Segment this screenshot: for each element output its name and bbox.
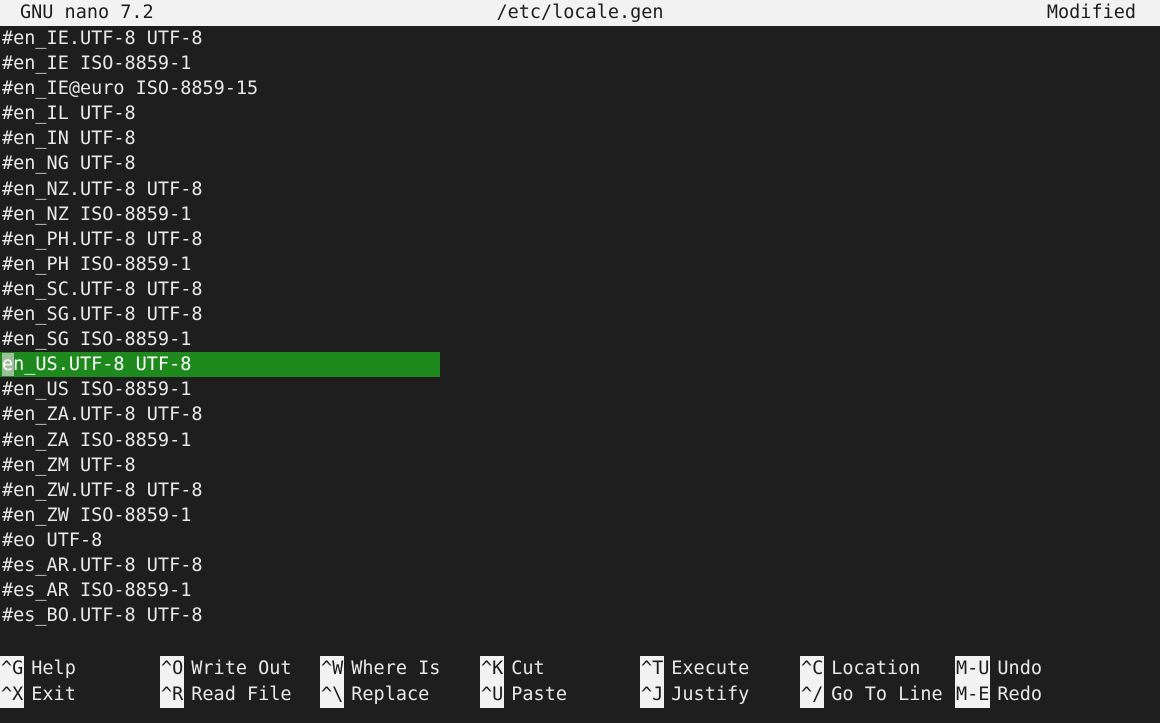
shortcut-column: ^C Location ^/ Go To Line <box>800 656 943 712</box>
shortcut-item-cut[interactable]: ^K Cut <box>480 656 567 682</box>
shortcut-key: ^J <box>640 682 665 708</box>
editor-line[interactable]: #en_ZW ISO-8859-1 <box>0 503 1160 528</box>
shortcut-bar: ^G Help ^X Exit ^O Write Out ^R Read File ^W Wher… <box>0 656 1160 723</box>
title-bar: GNU nano 7.2 /etc/locale.gen Modified <box>0 0 1160 26</box>
shortcut-item-redo[interactable]: M-E Redo <box>955 682 1042 708</box>
shortcut-key: ^\ <box>320 682 345 708</box>
editor-line[interactable]: #en_SG.UTF-8 UTF-8 <box>0 302 1160 327</box>
shortcut-label: Execute <box>671 658 750 679</box>
shortcut-item-read-file[interactable]: ^R Read File <box>160 682 292 708</box>
shortcut-key: ^R <box>160 682 185 708</box>
shortcut-key: ^/ <box>800 682 825 708</box>
shortcut-label: Exit <box>31 684 76 705</box>
shortcut-label: Paste <box>511 684 567 705</box>
shortcut-item-execute[interactable]: ^T Execute <box>640 656 749 682</box>
shortcut-key: ^W <box>320 656 345 682</box>
shortcut-label: Location <box>831 658 921 679</box>
shortcut-item-help[interactable]: ^G Help <box>0 656 76 682</box>
shortcut-label: Replace <box>351 684 430 705</box>
editor-line[interactable]: #es_AR.UTF-8 UTF-8 <box>0 553 1160 578</box>
shortcut-column: ^T Execute ^J Justify <box>640 656 749 712</box>
modified-status-badge: Modified <box>1046 2 1136 23</box>
shortcut-key: ^K <box>480 656 505 682</box>
shortcut-label: Where Is <box>351 658 441 679</box>
shortcut-key: ^O <box>160 656 185 682</box>
editor-line[interactable]: #en_IE ISO-8859-1 <box>0 51 1160 76</box>
shortcut-column: ^G Help ^X Exit <box>0 656 76 712</box>
shortcut-key: ^X <box>0 682 25 708</box>
editor-line[interactable]: #en_IN UTF-8 <box>0 126 1160 151</box>
shortcut-item-write-out[interactable]: ^O Write Out <box>160 656 292 682</box>
editor-line[interactable]: #en_PH.UTF-8 UTF-8 <box>0 227 1160 252</box>
shortcut-item-replace[interactable]: ^\ Replace <box>320 682 440 708</box>
editor-line[interactable]: #en_IE.UTF-8 UTF-8 <box>0 26 1160 51</box>
shortcut-item-where-is[interactable]: ^W Where Is <box>320 656 440 682</box>
shortcut-item-exit[interactable]: ^X Exit <box>0 682 76 708</box>
shortcut-column: ^K Cut ^U Paste <box>480 656 567 712</box>
shortcut-label: Go To Line <box>831 684 943 705</box>
shortcut-label: Undo <box>997 658 1042 679</box>
shortcut-label: Write Out <box>191 658 292 679</box>
editor-line[interactable]: #en_IL UTF-8 <box>0 101 1160 126</box>
shortcut-key: ^G <box>0 656 25 682</box>
editor-line[interactable]: #en_ZA.UTF-8 UTF-8 <box>0 402 1160 427</box>
shortcut-label: Cut <box>511 658 545 679</box>
editor-line[interactable]: #en_SC.UTF-8 UTF-8 <box>0 277 1160 302</box>
editor-line[interactable]: #en_ZW.UTF-8 UTF-8 <box>0 478 1160 503</box>
editor-line[interactable]: #eo UTF-8 <box>0 528 1160 553</box>
shortcut-label: Read File <box>191 684 292 705</box>
editor-line[interactable]: #en_NG UTF-8 <box>0 151 1160 176</box>
shortcut-key: M-E <box>955 682 991 708</box>
shortcut-key: M-U <box>955 656 991 682</box>
shortcut-key: ^T <box>640 656 665 682</box>
editor-line[interactable]: #en_ZA ISO-8859-1 <box>0 428 1160 453</box>
shortcut-item-justify[interactable]: ^J Justify <box>640 682 749 708</box>
shortcut-item-go-to-line[interactable]: ^/ Go To Line <box>800 682 943 708</box>
shortcut-column: M-U Undo M-E Redo <box>955 656 1042 712</box>
shortcut-label: Justify <box>671 684 750 705</box>
editor-text-area[interactable]: #en_IE.UTF-8 UTF-8 #en_IE ISO-8859-1 #en_I… <box>0 26 1160 656</box>
nano-editor-window: GNU nano 7.2 /etc/locale.gen Modified #e… <box>0 0 1160 723</box>
editor-line-selected[interactable]: en_US.UTF-8 UTF-8 <box>0 352 1160 378</box>
editor-line[interactable]: #es_AR ISO-8859-1 <box>0 578 1160 603</box>
shortcut-column: ^W Where Is ^\ Replace <box>320 656 440 712</box>
shortcut-column: ^O Write Out ^R Read File <box>160 656 292 712</box>
shortcut-key: ^C <box>800 656 825 682</box>
shortcut-item-location[interactable]: ^C Location <box>800 656 943 682</box>
editor-line[interactable]: #en_US ISO-8859-1 <box>0 377 1160 402</box>
shortcut-label: Redo <box>997 684 1042 705</box>
shortcut-key: ^U <box>480 682 505 708</box>
shortcut-item-undo[interactable]: M-U Undo <box>955 656 1042 682</box>
editor-line[interactable]: #en_IE@euro ISO-8859-15 <box>0 76 1160 101</box>
editor-line[interactable]: #en_ZM UTF-8 <box>0 453 1160 478</box>
editor-line[interactable]: #en_PH ISO-8859-1 <box>0 252 1160 277</box>
file-path-label: /etc/locale.gen <box>496 2 664 23</box>
shortcut-item-paste[interactable]: ^U Paste <box>480 682 567 708</box>
editor-line[interactable]: #en_NZ ISO-8859-1 <box>0 202 1160 227</box>
editor-line-text: en_US.UTF-8 UTF-8 <box>2 354 192 376</box>
shortcut-label: Help <box>31 658 76 679</box>
editor-line[interactable]: #es_BO.UTF-8 UTF-8 <box>0 603 1160 628</box>
editor-line[interactable]: #en_NZ.UTF-8 UTF-8 <box>0 177 1160 202</box>
editor-line[interactable]: #en_SG ISO-8859-1 <box>0 327 1160 352</box>
